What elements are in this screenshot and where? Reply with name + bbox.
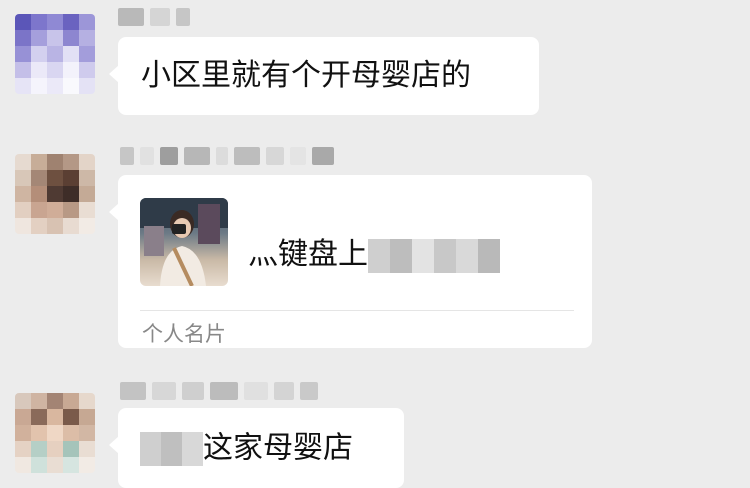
avatar[interactable] — [15, 14, 95, 94]
card-divider — [140, 310, 574, 311]
message-text: 小区里就有个开母婴店的 — [141, 58, 471, 93]
avatar[interactable] — [15, 154, 95, 234]
text-blur-mosaic — [140, 432, 203, 466]
contact-card[interactable]: 灬键盘上 个人名片 — [109, 175, 592, 348]
sender-name-blurred — [120, 380, 318, 402]
name-blur-mosaic — [368, 238, 500, 273]
card-type-label: 个人名片 — [142, 322, 226, 346]
message-text: 这家母婴店 — [140, 432, 353, 466]
sender-name-blurred — [120, 145, 334, 167]
avatar[interactable] — [15, 393, 95, 473]
sender-name-blurred — [118, 6, 190, 28]
contact-photo-image — [140, 198, 228, 286]
contact-name: 灬键盘上 — [248, 229, 500, 273]
message-bubble[interactable]: 这家母婴店 — [109, 408, 404, 488]
contact-photo — [140, 198, 228, 286]
message-bubble[interactable]: 小区里就有个开母婴店的 — [109, 37, 539, 115]
